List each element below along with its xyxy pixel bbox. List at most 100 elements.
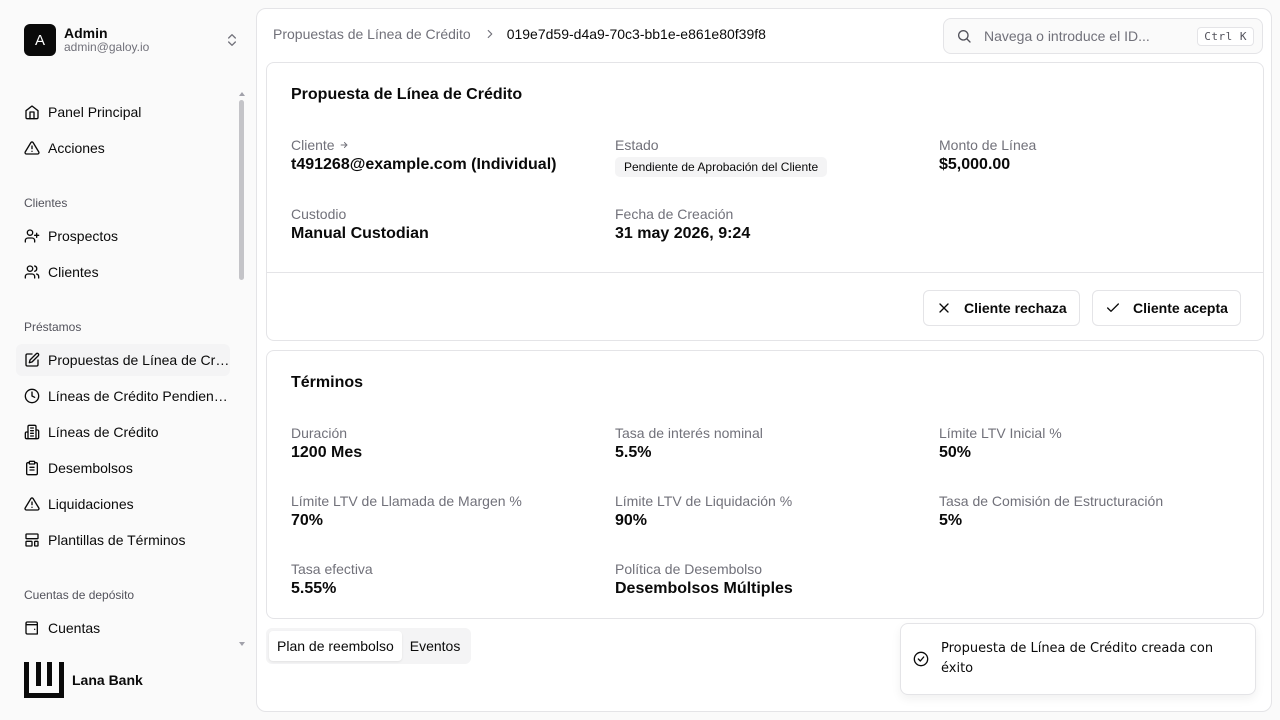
terms-title: Términos — [291, 374, 364, 391]
clipboard-icon — [24, 460, 40, 476]
sidebar-item-label: Desembolsos — [48, 460, 133, 476]
tab-plan-reembolso[interactable]: Plan de reembolso — [269, 631, 402, 661]
term-label: Tasa de interés nominal — [615, 425, 763, 441]
term-field: Duración 1200 Mes — [291, 425, 362, 462]
user-menu[interactable]: A Admin admin@galoy.io — [24, 24, 240, 56]
sidebar-item-clientes[interactable]: Clientes — [16, 256, 230, 288]
term-label: Tasa de Comisión de Estructuración — [939, 493, 1164, 509]
breadcrumb: Propuestas de Línea de Crédito 019e7d59-… — [273, 26, 766, 42]
sidebar-item-lineas-credito[interactable]: Líneas de Crédito — [16, 416, 230, 448]
client-reject-button[interactable]: Cliente rechaza — [923, 290, 1080, 326]
sidebar-group-cuentas-deposito: Cuentas de depósito — [24, 588, 135, 602]
sidebar-item-label: Plantillas de Términos — [48, 532, 186, 548]
term-value: 70% — [291, 512, 324, 529]
chevron-right-icon — [483, 27, 497, 41]
amount-field: Monto de Línea $5,000.00 — [939, 137, 1036, 174]
search-input[interactable]: Navega o introduce el ID... Ctrl K — [943, 18, 1263, 54]
term-value: 5% — [939, 512, 963, 529]
home-icon — [24, 104, 40, 120]
sidebar-item-plantillas[interactable]: Plantillas de Términos — [16, 524, 230, 556]
lana-logo-icon — [24, 662, 64, 698]
sidebar-item-label: Panel Principal — [48, 104, 142, 120]
sidebar: A Admin admin@galoy.io Panel Principal A… — [0, 0, 256, 720]
tab-eventos[interactable]: Eventos — [402, 631, 469, 661]
custodian-value: Manual Custodian — [291, 225, 429, 242]
users-icon — [24, 264, 40, 280]
term-label: Tasa efectiva — [291, 561, 373, 577]
toast-notification: Propuesta de Línea de Crédito creada con… — [900, 623, 1256, 695]
custodian-field: Custodio Manual Custodian — [291, 206, 429, 243]
term-field: Tasa de interés nominal 5.5% — [615, 425, 763, 462]
sidebar-item-prospectos[interactable]: Prospectos — [16, 220, 230, 252]
keyboard-shortcut: Ctrl K — [1197, 26, 1254, 46]
sidebar-item-acciones[interactable]: Acciones — [16, 132, 230, 164]
user-plus-icon — [24, 228, 40, 244]
terms-card: Términos Duración 1200 Mes Tasa de inter… — [266, 350, 1264, 619]
brand-name: Lana Bank — [72, 672, 143, 688]
term-value: 90% — [615, 512, 648, 529]
close-icon — [936, 300, 952, 316]
custodian-label: Custodio — [291, 206, 347, 222]
term-label: Política de Desembolso — [615, 561, 763, 577]
breadcrumb-current: 019e7d59-d4a9-70c3-bb1e-e861e80f39f8 — [506, 26, 766, 42]
created-label: Fecha de Creación — [615, 206, 734, 222]
created-value: 31 may 2026, 9:24 — [615, 225, 751, 242]
term-field: Límite LTV Inicial % 50% — [939, 425, 1062, 462]
scroll-thumb[interactable] — [239, 100, 244, 280]
client-value: t491268@example.com (Individual) — [291, 156, 557, 173]
sidebar-item-panel-principal[interactable]: Panel Principal — [16, 96, 230, 128]
term-field: Tasa efectiva 5.55% — [291, 561, 373, 598]
term-label: Límite LTV de Liquidación % — [615, 493, 793, 509]
scroll-up-arrow[interactable] — [239, 92, 245, 96]
sidebar-nav: Panel Principal Acciones Clientes Prospe… — [16, 92, 232, 644]
sidebar-group-clientes: Clientes — [24, 196, 68, 210]
wallet-icon — [24, 620, 40, 636]
client-label: Cliente — [291, 137, 335, 153]
term-label: Límite LTV de Llamada de Margen % — [291, 493, 522, 509]
proposal-title: Propuesta de Línea de Crédito — [291, 86, 523, 103]
layout-template-icon — [24, 532, 40, 548]
term-field: Límite LTV de Llamada de Margen % 70% — [291, 493, 522, 530]
sidebar-item-label: Liquidaciones — [48, 496, 134, 512]
created-field: Fecha de Creación 31 may 2026, 9:24 — [615, 206, 750, 243]
term-label: Duración — [291, 425, 348, 441]
sidebar-item-propuestas[interactable]: Propuestas de Línea de Crédito — [16, 344, 230, 376]
search-icon — [956, 28, 972, 44]
term-field: Límite LTV de Liquidación % 90% — [615, 493, 792, 530]
client-link[interactable]: Cliente — [291, 137, 556, 153]
sidebar-item-lineas-pendientes[interactable]: Líneas de Crédito Pendientes — [16, 380, 230, 412]
client-accept-button[interactable]: Cliente acepta — [1092, 290, 1241, 326]
term-label: Límite LTV Inicial % — [939, 425, 1062, 441]
client-reject-label: Cliente rechaza — [964, 300, 1067, 316]
term-value: Desembolsos Múltiples — [615, 580, 793, 597]
amount-value: $5,000.00 — [939, 156, 1011, 173]
term-field: Política de Desembolso Desembolsos Múlti… — [615, 561, 793, 598]
sidebar-item-label: Clientes — [48, 264, 99, 280]
sidebar-item-label: Cuentas — [48, 620, 101, 636]
breadcrumb-link[interactable]: Propuestas de Línea de Crédito — [273, 26, 471, 42]
sidebar-item-label: Líneas de Crédito Pendientes — [48, 388, 230, 404]
status-badge: Pendiente de Aprobación del Cliente — [615, 157, 828, 177]
scroll-down-arrow[interactable] — [239, 642, 245, 646]
amount-label: Monto de Línea — [939, 137, 1037, 153]
user-email: admin@galoy.io — [64, 40, 150, 55]
proposal-card: Propuesta de Línea de Crédito Cliente t4… — [266, 62, 1264, 341]
toast-message: Propuesta de Línea de Crédito creada con… — [941, 641, 1214, 676]
term-value: 50% — [939, 444, 972, 461]
sidebar-item-label: Propuestas de Línea de Crédito — [48, 352, 230, 368]
tab-list: Plan de reembolso Eventos — [266, 628, 472, 664]
main-panel: Propuestas de Línea de Crédito 019e7d59-… — [256, 8, 1272, 712]
alert-triangle-icon — [24, 496, 40, 512]
sidebar-group-prestamos: Préstamos — [24, 320, 82, 334]
sidebar-item-cuentas[interactable]: Cuentas — [16, 612, 230, 644]
sidebar-scrollbar[interactable] — [238, 92, 246, 648]
client-accept-label: Cliente acepta — [1133, 300, 1228, 316]
status-field: Estado Pendiente de Aprobación del Clien… — [615, 137, 828, 177]
check-icon — [1105, 300, 1121, 316]
check-circle-icon — [913, 651, 929, 667]
sidebar-item-liquidaciones[interactable]: Liquidaciones — [16, 488, 230, 520]
chevrons-up-down-icon[interactable] — [224, 32, 240, 48]
alert-triangle-icon — [24, 140, 40, 156]
sidebar-item-desembolsos[interactable]: Desembolsos — [16, 452, 230, 484]
avatar: A — [24, 24, 56, 56]
